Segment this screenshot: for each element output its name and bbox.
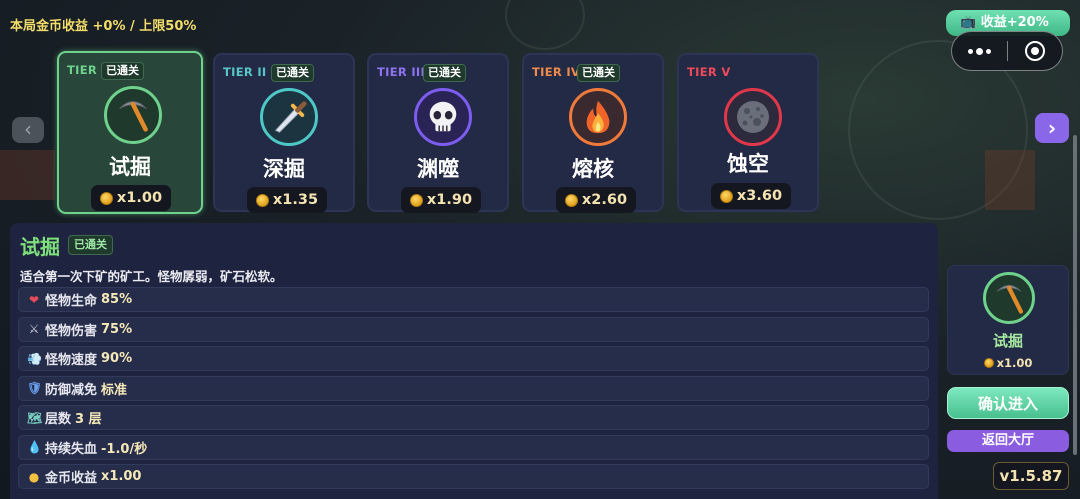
tier-card[interactable]: TIER I 已通关 试掘 x1.00 bbox=[57, 51, 203, 214]
mini-program-capsule bbox=[951, 31, 1063, 71]
stat-row: ● 金币收益 x1.00 bbox=[18, 464, 929, 489]
selected-tier-name: 试掘 bbox=[992, 332, 1023, 350]
tier-multiplier: x3.60 bbox=[711, 183, 791, 209]
coin-icon bbox=[409, 193, 423, 207]
tier-multiplier: x2.60 bbox=[556, 187, 636, 213]
tier-level-label: TIER II bbox=[223, 65, 267, 79]
tier-multiplier: x1.90 bbox=[401, 187, 481, 213]
stat-value: 90% bbox=[101, 351, 133, 366]
multiplier-value: x3.60 bbox=[736, 188, 783, 204]
version-label: v1.5.87 bbox=[993, 462, 1069, 490]
tier-name: 试掘 bbox=[109, 155, 151, 179]
blood-drop-icon: 💧 bbox=[27, 440, 42, 454]
dagger-icon bbox=[260, 88, 318, 146]
prev-page-button[interactable]: ‹ bbox=[12, 117, 44, 143]
moon-rock-icon bbox=[724, 88, 782, 146]
stat-row: 💧 持续失血 -1.0/秒 bbox=[18, 434, 929, 460]
stat-value: x1.00 bbox=[101, 469, 142, 484]
tier-name: 深掘 bbox=[263, 157, 305, 181]
stat-label: 怪物速度 bbox=[45, 353, 98, 368]
stat-row: 🗺 层数 3 层 bbox=[18, 405, 929, 430]
tier-card[interactable]: TIER III 已通关渊噬 x1.90 bbox=[367, 53, 509, 213]
stat-label: 怪物伤害 bbox=[45, 323, 98, 339]
coin-icon bbox=[564, 193, 578, 207]
stat-value: -1.0/秒 bbox=[101, 441, 148, 457]
coin-icon bbox=[719, 189, 733, 203]
tier-name: 渊噬 bbox=[417, 157, 459, 181]
run-income-info: 本局金币收益 +0% / 上限50% bbox=[10, 19, 197, 34]
stat-row: ⚔ 怪物伤害 75% bbox=[18, 316, 929, 342]
background-ring bbox=[505, 0, 585, 50]
cleared-badge: 已通关 bbox=[271, 64, 314, 82]
stat-row: 💨 怪物速度 90% bbox=[18, 346, 929, 371]
coin-icon bbox=[99, 191, 113, 205]
tier-detail-panel: 试掘 已通关 适合第一次下矿的矿工。怪物孱弱，矿石松软。 ❤ 怪物生命 85% ⚔ 怪物… bbox=[10, 223, 938, 499]
pickaxe-icon bbox=[983, 272, 1035, 324]
background-stripe bbox=[0, 150, 55, 200]
skull-icon bbox=[414, 88, 472, 146]
multiplier-value: x1.35 bbox=[272, 192, 319, 208]
more-menu-button[interactable] bbox=[952, 32, 1007, 70]
tier-multiplier: x1.35 bbox=[247, 187, 327, 213]
coin-icon: ● bbox=[28, 469, 40, 484]
stat-label: 持续失血 bbox=[45, 441, 98, 457]
coin-icon bbox=[983, 358, 994, 368]
selected-tier-summary: 试掘 x1.00 bbox=[947, 265, 1069, 375]
stat-value: 75% bbox=[101, 321, 133, 337]
cleared-badge: 已通关 bbox=[577, 64, 620, 82]
more-dots-icon bbox=[967, 47, 991, 55]
stat-label: 层数 bbox=[45, 412, 72, 427]
tier-card[interactable]: TIER IV 已通关熔核 x2.60 bbox=[522, 53, 664, 213]
heart-icon: ❤ bbox=[28, 292, 40, 307]
pickaxe-icon bbox=[104, 86, 162, 144]
stat-label: 怪物生命 bbox=[45, 294, 98, 309]
stat-value: 3 层 bbox=[75, 412, 102, 427]
close-mini-program-button[interactable] bbox=[1008, 32, 1063, 70]
tier-card[interactable]: TIER II 已通关深掘 x1.35 bbox=[213, 53, 355, 213]
stat-value: 标准 bbox=[101, 382, 128, 398]
cleared-badge: 已通关 bbox=[68, 235, 113, 255]
selected-multiplier-value: x1.00 bbox=[996, 356, 1033, 370]
tier-name: 熔核 bbox=[572, 157, 614, 181]
tier-level-label: TIER V bbox=[687, 65, 731, 79]
fire-icon bbox=[569, 88, 627, 146]
multiplier-value: x1.00 bbox=[116, 190, 163, 206]
selected-tier-multiplier: x1.00 bbox=[948, 356, 1068, 370]
tier-card[interactable]: TIER V 蚀空 x3.60 bbox=[677, 53, 819, 212]
background-stripe bbox=[985, 150, 1035, 210]
stat-row: ❤ 怪物生命 85% bbox=[18, 287, 929, 312]
back-to-lobby-button[interactable]: 返回大厅 bbox=[947, 430, 1069, 452]
wind-icon: 💨 bbox=[27, 351, 42, 366]
tier-multiplier: x1.00 bbox=[91, 185, 171, 211]
tier-name: 蚀空 bbox=[727, 152, 769, 176]
stat-label: 防御减免 bbox=[45, 382, 98, 398]
stat-value: 85% bbox=[101, 292, 133, 307]
multiplier-value: x2.60 bbox=[581, 192, 628, 208]
map-icon: 🗺 bbox=[27, 410, 43, 425]
confirm-enter-button[interactable]: 确认进入 bbox=[947, 387, 1069, 419]
detail-title: 试掘 bbox=[20, 235, 60, 259]
cleared-badge: 已通关 bbox=[101, 62, 144, 80]
detail-description: 适合第一次下矿的矿工。怪物孱弱，矿石松软。 bbox=[20, 269, 283, 284]
next-page-button[interactable]: › bbox=[1035, 113, 1069, 143]
crossed-swords-icon: ⚔ bbox=[28, 322, 40, 336]
cleared-badge: 已通关 bbox=[423, 64, 466, 82]
target-close-icon bbox=[1024, 41, 1045, 61]
tier-level-label: TIER IV bbox=[532, 65, 581, 79]
multiplier-value: x1.90 bbox=[426, 192, 473, 208]
stat-label: 金币收益 bbox=[45, 471, 98, 486]
coin-icon bbox=[255, 193, 269, 207]
shield-icon: 🛡 bbox=[27, 381, 43, 395]
scrollbar[interactable] bbox=[1073, 135, 1077, 455]
tier-level-label: TIER III bbox=[377, 65, 426, 79]
stat-row: 🛡 防御减免 标准 bbox=[18, 375, 929, 401]
